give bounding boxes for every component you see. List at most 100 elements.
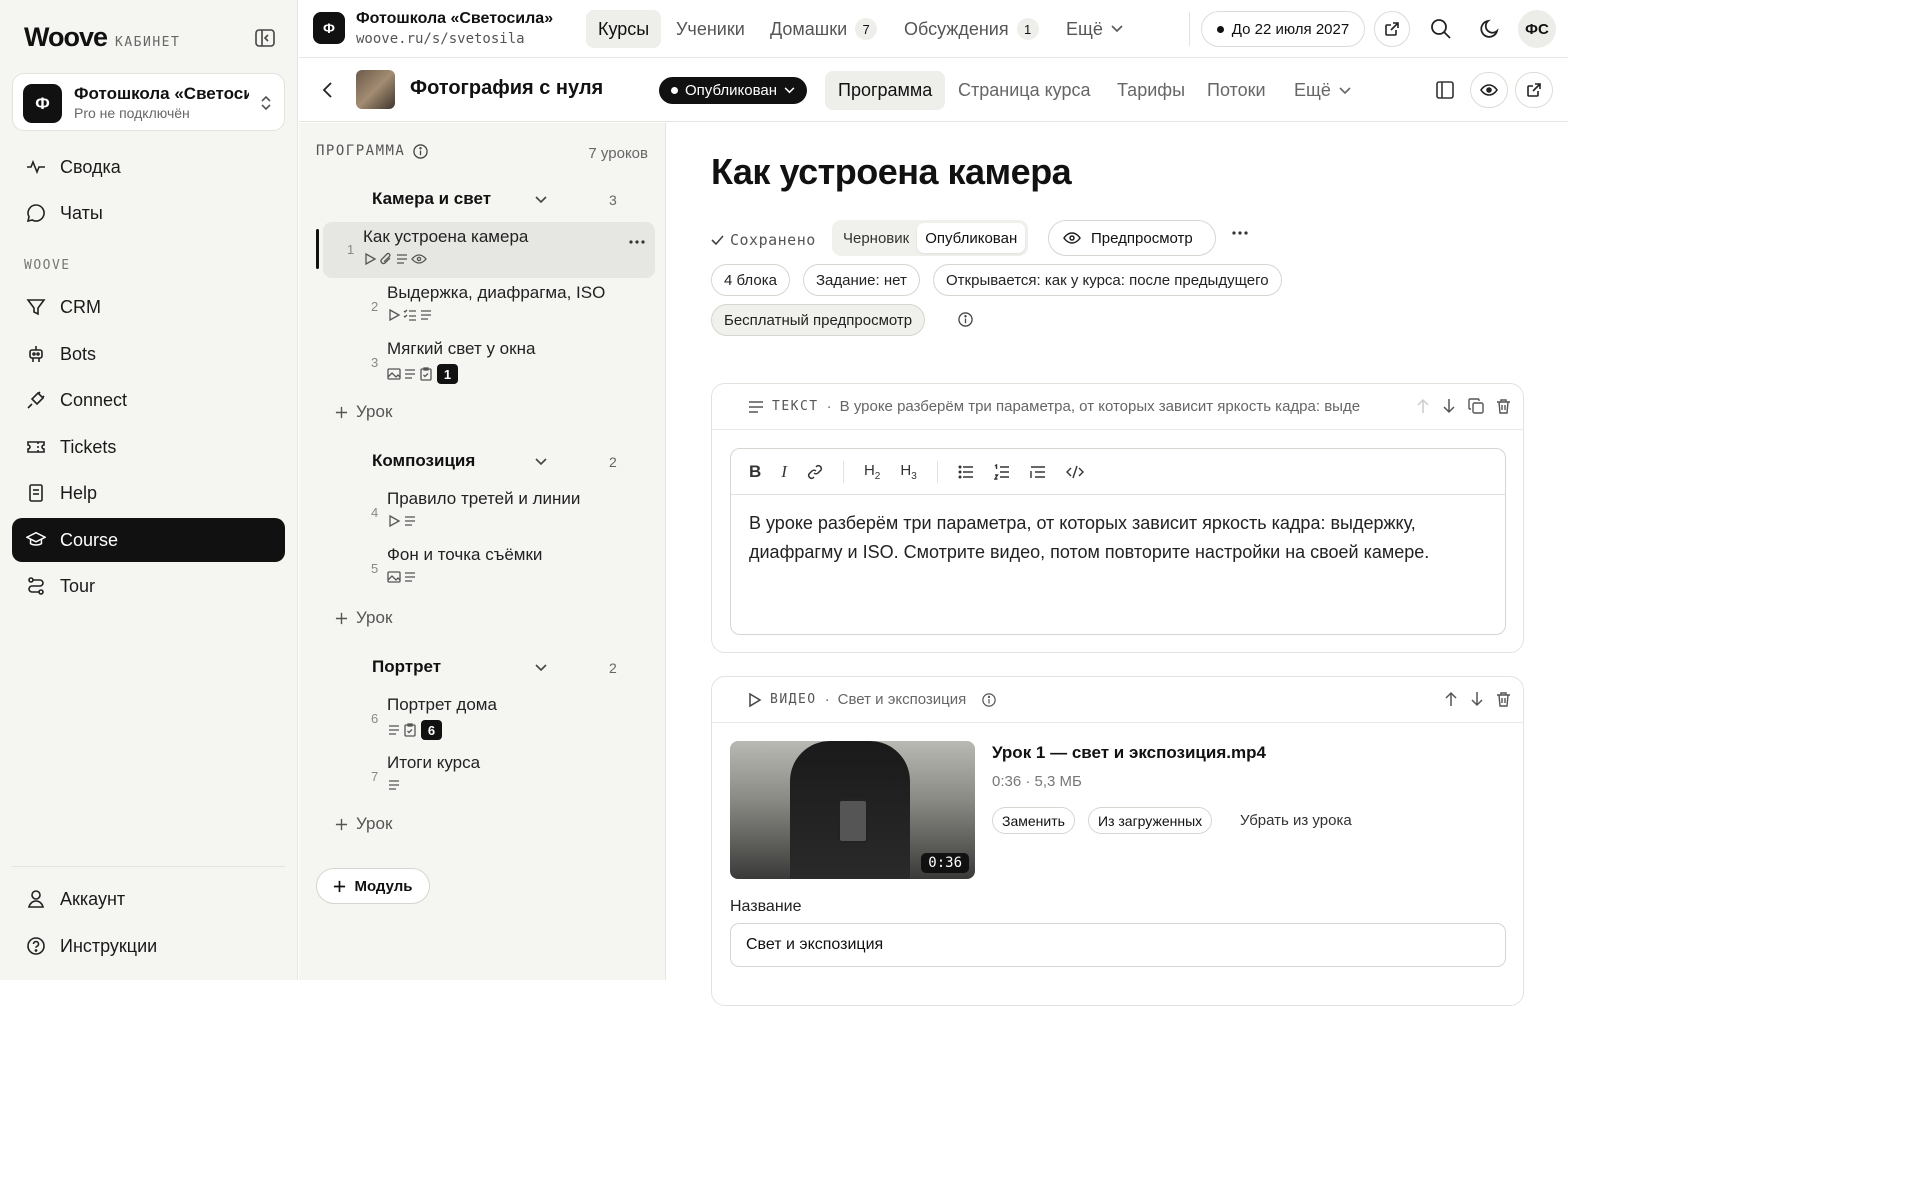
plan-expiry-button[interactable]: До 22 июля 2027 (1201, 11, 1365, 47)
sidebar-collapse-icon[interactable] (254, 28, 276, 48)
add-lesson-button[interactable]: Урок (335, 402, 392, 422)
bold-icon[interactable]: B (749, 462, 761, 482)
chevron-down-icon[interactable] (535, 196, 547, 204)
video-name-label: Название (730, 898, 802, 915)
lesson-title: Правило третей и линии (387, 489, 581, 508)
block-type-label: ТЕКСТ (772, 399, 819, 414)
italic-icon[interactable]: I (781, 462, 787, 482)
trash-icon[interactable] (1496, 691, 1511, 707)
remove-from-lesson-link[interactable]: Убрать из урока (1240, 812, 1352, 829)
nav-item-tickets[interactable]: Tickets (12, 425, 285, 469)
lesson-item[interactable]: 6 Портрет дома 6 (323, 690, 655, 746)
tab-more[interactable]: Ещё (1054, 10, 1135, 48)
module-title[interactable]: Портрет (372, 657, 441, 677)
lesson-item[interactable]: 5 Фон и точка съёмки (323, 540, 655, 596)
course-status-dropdown[interactable]: Опубликован (659, 77, 808, 104)
module-title[interactable]: Камера и свет (372, 189, 491, 209)
video-thumbnail[interactable]: 0:36 (730, 741, 975, 879)
search-icon[interactable] (1430, 18, 1452, 40)
lesson-item[interactable]: 3 Мягкий свет у окна 1 (323, 334, 655, 390)
code-icon[interactable] (1065, 465, 1084, 479)
nav-item-course[interactable]: Course (12, 518, 285, 562)
open-rule-chip[interactable]: Открывается: как у курса: после предыдущ… (933, 264, 1282, 296)
info-icon[interactable] (982, 692, 996, 707)
nav-item-instructions[interactable]: Инструкции (12, 924, 285, 968)
tab-course-more[interactable]: Ещё (1281, 71, 1364, 110)
rich-text-editor[interactable]: B I H2 H3 В уроке разберём три параметра… (730, 448, 1506, 635)
tab-streams[interactable]: Потоки (1194, 71, 1279, 110)
back-arrow-icon[interactable] (321, 81, 333, 99)
arrow-down-icon[interactable] (1442, 398, 1456, 414)
tab-homeworks[interactable]: Домашки 7 (758, 10, 889, 48)
video-name-input[interactable] (730, 923, 1506, 967)
panel-toggle-icon[interactable] (1436, 81, 1454, 99)
text-block: ТЕКСТ · В уроке разберём три параметра, … (711, 383, 1524, 653)
moon-icon[interactable] (1479, 18, 1501, 40)
lesson-heading[interactable]: Как устроена камера (711, 151, 1072, 193)
tab-courses[interactable]: Курсы (586, 10, 662, 48)
nav-item-tour[interactable]: Tour (12, 564, 285, 608)
draft-option[interactable]: Черновик (835, 223, 917, 253)
tab-students[interactable]: Ученики (664, 10, 757, 48)
assignment-chip[interactable]: Задание: нет (803, 264, 920, 296)
status-label: Опубликован (685, 82, 778, 99)
module-title[interactable]: Композиция (372, 451, 475, 471)
more-horizontal-icon[interactable] (629, 240, 645, 244)
numbered-list-icon[interactable] (993, 463, 1010, 480)
school-avatar[interactable]: Ф (313, 12, 345, 44)
workspace-switcher[interactable]: Ф Фотошкола «Светосила» Pro не подключён (12, 73, 285, 131)
tab-discussions[interactable]: Обсуждения 1 (892, 10, 1051, 48)
nav-item-crm[interactable]: CRM (12, 285, 285, 329)
quote-icon[interactable] (1030, 465, 1046, 479)
add-module-button[interactable]: Модуль (316, 868, 430, 904)
nav-item-chats[interactable]: Чаты (12, 191, 285, 235)
brand[interactable]: Woove КАБИНЕТ (24, 22, 180, 53)
copy-icon[interactable] (1468, 398, 1484, 414)
user-avatar[interactable]: ФС (1518, 10, 1556, 48)
bullet-list-icon[interactable] (958, 465, 974, 479)
video-block-header[interactable]: ВИДЕО · Свет и экспозиция (712, 677, 1523, 723)
blocks-count-chip[interactable]: 4 блока (711, 264, 790, 296)
arrow-down-icon[interactable] (1470, 691, 1484, 707)
chevron-down-icon[interactable] (535, 664, 547, 672)
school-title[interactable]: Фотошкола «Светосила» (356, 10, 553, 28)
lesson-item[interactable]: 2 Выдержка, диафрагма, ISO (323, 278, 655, 334)
lesson-item[interactable]: 4 Правило третей и линии (323, 484, 655, 540)
tab-course-page[interactable]: Страница курса (945, 71, 1103, 110)
text-block-header[interactable]: ТЕКСТ · В уроке разберём три параметра, … (712, 384, 1523, 430)
rte-content[interactable]: В уроке разберём три параметра, от котор… (731, 495, 1505, 581)
replace-video-button[interactable]: Заменить (992, 807, 1075, 834)
lesson-item[interactable]: 7 Итоги курса (323, 748, 655, 804)
heading3-icon[interactable]: H3 (900, 462, 916, 482)
from-uploaded-button[interactable]: Из загруженных (1088, 807, 1213, 834)
arrow-up-icon[interactable] (1416, 398, 1430, 414)
more-horizontal-icon[interactable] (1232, 231, 1248, 235)
nav-item-connect[interactable]: Connect (12, 378, 285, 422)
nav-item-bots[interactable]: Bots (12, 332, 285, 376)
text-icon (403, 514, 417, 528)
info-icon[interactable] (958, 312, 973, 327)
preview-button[interactable]: Предпросмотр (1048, 220, 1216, 256)
add-lesson-button[interactable]: Урок (335, 814, 392, 834)
school-url[interactable]: woove.ru/s/svetosila (356, 31, 525, 47)
nav-item-svodka[interactable]: Сводка (12, 145, 285, 189)
link-icon[interactable] (807, 464, 823, 480)
course-toolbar: Фотография с нуля Опубликован Программа … (299, 59, 1568, 122)
preview-eye-button[interactable] (1470, 72, 1508, 108)
heading2-icon[interactable]: H2 (864, 462, 880, 482)
open-course-external-button[interactable] (1515, 72, 1553, 108)
add-lesson-button[interactable]: Урок (335, 608, 392, 628)
free-preview-chip[interactable]: Бесплатный предпросмотр (711, 304, 926, 336)
trash-icon[interactable] (1496, 398, 1511, 414)
chevron-down-icon[interactable] (535, 458, 547, 466)
tab-program[interactable]: Программа (825, 71, 946, 110)
nav-item-account[interactable]: Аккаунт (12, 877, 285, 921)
course-thumbnail (356, 70, 395, 109)
lesson-item[interactable]: 1 Как устроена камера (323, 222, 655, 278)
published-option[interactable]: Опубликован (917, 223, 1026, 253)
tab-tariffs[interactable]: Тарифы (1104, 71, 1198, 110)
nav-item-help[interactable]: Help (12, 471, 285, 515)
open-external-button[interactable] (1374, 11, 1410, 47)
info-icon[interactable] (413, 143, 429, 159)
arrow-up-icon[interactable] (1444, 691, 1458, 707)
